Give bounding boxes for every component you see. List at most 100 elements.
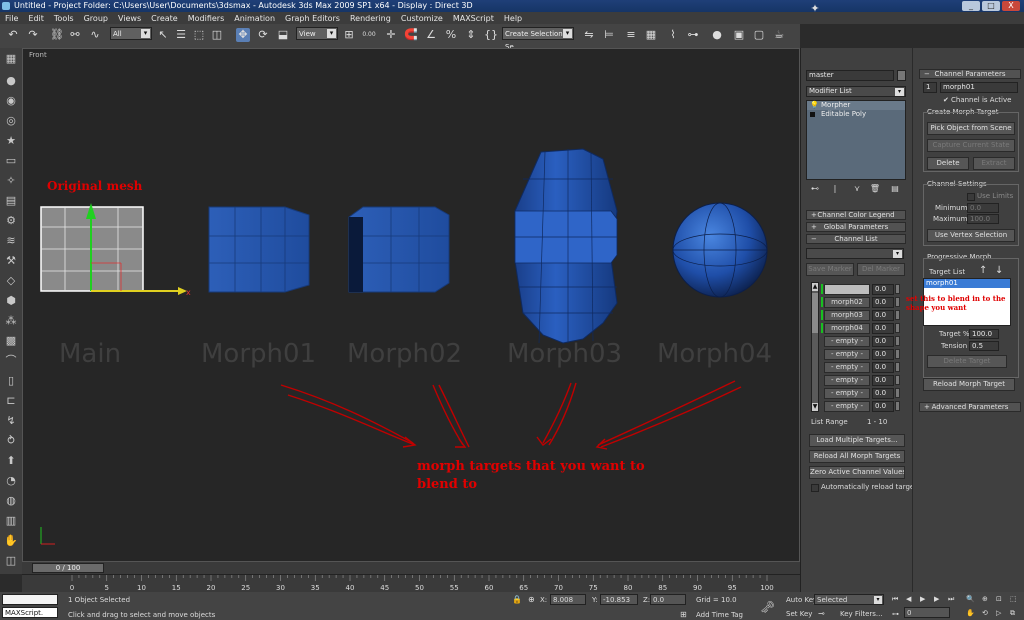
goto-start-icon[interactable]: ⏮ — [892, 595, 898, 604]
rollout-channel-color-legend[interactable]: + Channel Color Legend — [806, 210, 906, 220]
marker-dropdown[interactable]: ▾ — [806, 248, 904, 259]
auto-key-button[interactable]: Auto Key — [786, 596, 817, 604]
window-crossing-icon[interactable]: ◫ — [210, 28, 224, 42]
select-link-icon[interactable]: ⛓ — [50, 28, 64, 42]
compound-icon[interactable]: ⬢ — [4, 294, 18, 308]
channel-8-value[interactable]: 0.0 — [872, 375, 894, 386]
orbit-icon[interactable]: ⟲ — [982, 609, 988, 617]
ref-coord-dropdown[interactable]: View ▾ — [296, 27, 338, 40]
channel-4-value[interactable]: 0.0 — [872, 323, 894, 334]
goto-end-icon[interactable]: ⏭ — [948, 595, 954, 604]
app-icon[interactable] — [2, 2, 10, 10]
reload-all-morph-targets-button[interactable]: Reload All Morph Targets — [809, 450, 905, 463]
channel-3-value[interactable]: 0.0 — [872, 310, 894, 321]
bend-icon[interactable]: ↯ — [4, 414, 18, 428]
current-frame-field[interactable]: 0 — [904, 607, 950, 618]
key-icon[interactable]: 🗝 — [760, 600, 775, 614]
channel-10-value[interactable]: 0.0 — [872, 401, 894, 412]
render-icon[interactable]: ☕ — [772, 28, 786, 42]
morph02-mesh[interactable] — [348, 206, 450, 293]
angle-snap-icon[interactable]: ∠ — [424, 28, 438, 42]
channel-4-button[interactable]: morph04 — [824, 323, 870, 334]
target-pct-field[interactable]: 100.0 — [969, 329, 999, 339]
named-selection-dropdown[interactable]: Create Selection Se ▾ — [502, 27, 574, 51]
maximize-viewport-icon[interactable]: ⧉ — [1010, 609, 1015, 618]
prev-frame-icon[interactable]: ◀ — [906, 595, 911, 603]
delete-button[interactable]: Delete — [927, 157, 969, 170]
channel-name-field[interactable]: morph01 — [940, 82, 1018, 93]
morph04-mesh[interactable] — [672, 202, 768, 298]
uvw-icon[interactable]: ▥ — [4, 514, 18, 528]
channel-scrollbar[interactable]: ▲ ▼ — [811, 282, 819, 412]
menu-modifiers[interactable]: Modifiers — [183, 14, 230, 23]
particle-icon[interactable]: ⁂ — [4, 314, 18, 328]
create-box-icon[interactable]: ▦ — [4, 52, 18, 66]
align-icon[interactable]: ⊨ — [602, 28, 616, 42]
sphere-icon[interactable]: ● — [4, 74, 18, 88]
rollout-advanced-parameters[interactable]: + Advanced Parameters — [919, 402, 1021, 412]
channel-6-spinner[interactable] — [895, 349, 900, 359]
make-unique-icon[interactable]: ⋎ — [850, 182, 864, 196]
maxscript-listener[interactable] — [2, 594, 58, 605]
channel-10-spinner[interactable] — [895, 401, 900, 411]
maxscript-mini-listener[interactable]: MAXScript. — [2, 607, 58, 618]
lock-icon[interactable]: 🔒 — [512, 595, 522, 604]
spinner-snap-icon[interactable]: ⇕ — [464, 28, 478, 42]
channel-2-value[interactable]: 0.0 — [872, 297, 894, 308]
select-object-icon[interactable]: ↖ — [156, 28, 170, 42]
scale-icon[interactable]: ⬓ — [276, 28, 290, 42]
zoom-region-icon[interactable]: ⬚ — [1010, 595, 1017, 603]
unlink-icon[interactable]: ⚯ — [68, 28, 82, 42]
load-multiple-targets-button[interactable]: Load Multiple Targets... — [809, 434, 905, 447]
morph01-mesh[interactable] — [208, 206, 310, 293]
channel-3-spinner[interactable] — [895, 310, 900, 320]
render-setup-icon[interactable]: ▣ — [732, 28, 746, 42]
bind-spacewarp-icon[interactable]: ∿ — [88, 28, 102, 42]
key-filters-button[interactable]: Key Filters... — [840, 610, 883, 618]
stack-item-morpher[interactable]: 💡 Morpher — [807, 101, 905, 110]
maximize-button[interactable]: □ — [982, 1, 1000, 11]
menu-edit[interactable]: Edit — [23, 14, 49, 23]
move-icon[interactable]: ✥ — [236, 28, 250, 42]
remove-modifier-icon[interactable]: 🗑 — [868, 182, 882, 196]
pin-stack-icon[interactable]: ⊷ — [808, 182, 822, 196]
stairs-icon[interactable]: ⊏ — [4, 394, 18, 408]
spacewarp-icon[interactable]: ≋ — [4, 234, 18, 248]
menu-maxscript[interactable]: MAXScript — [448, 14, 499, 23]
move-up-icon[interactable]: ↑ — [979, 265, 987, 276]
menu-views[interactable]: Views — [113, 14, 146, 23]
channel-7-value[interactable]: 0.0 — [872, 362, 894, 373]
edit-named-selection-icon[interactable]: {} — [484, 28, 498, 42]
torus-icon[interactable]: ◎ — [4, 114, 18, 128]
absolute-mode-icon[interactable]: ⊕ — [528, 595, 535, 604]
channel-2-spinner[interactable] — [895, 297, 900, 307]
show-end-result-icon[interactable]: | — [828, 182, 842, 196]
channel-1-value[interactable]: 0.0 — [872, 284, 894, 295]
channel-6-button[interactable]: - empty - — [824, 349, 870, 360]
rollout-global-parameters[interactable]: + Global Parameters — [806, 222, 906, 232]
stack-item-editable-poly[interactable]: Editable Poly — [807, 110, 905, 119]
key-mode-dropdown[interactable]: Selected ▾ — [814, 594, 884, 605]
time-slider[interactable]: 0 / 100 — [22, 562, 800, 574]
channel-2-button[interactable]: morph02 — [824, 297, 870, 308]
pick-object-from-scene-button[interactable]: Pick Object from Scene — [927, 122, 1015, 135]
patch-icon[interactable]: ▩ — [4, 334, 18, 348]
rollout-channel-list[interactable]: − Channel List — [806, 234, 906, 244]
channel-3-button[interactable]: morph03 — [824, 310, 870, 321]
object-color-swatch[interactable] — [897, 70, 906, 81]
system-icon[interactable]: ⚒ — [4, 254, 18, 268]
snaps-toggle-icon[interactable]: 🧲 — [404, 28, 418, 42]
check-icon[interactable]: ✔ — [943, 96, 949, 104]
play-icon[interactable]: ▶ — [920, 595, 925, 603]
mirror-icon[interactable]: ⇋ — [582, 28, 596, 42]
close-button[interactable]: X — [1002, 1, 1020, 11]
scrollbar-thumb[interactable] — [812, 293, 818, 333]
set-key-button[interactable]: Set Key — [786, 610, 812, 618]
fov-icon[interactable]: ▷ — [996, 609, 1001, 617]
maximum-field[interactable]: 100.0 — [967, 214, 999, 224]
twist-icon[interactable]: ⥁ — [4, 434, 18, 448]
manipulate-icon[interactable]: ✛ — [384, 28, 398, 42]
use-vertex-selection-button[interactable]: Use Vertex Selection — [927, 229, 1015, 242]
lightbulb-icon[interactable]: 💡 — [810, 101, 819, 110]
menu-help[interactable]: Help — [499, 14, 527, 23]
